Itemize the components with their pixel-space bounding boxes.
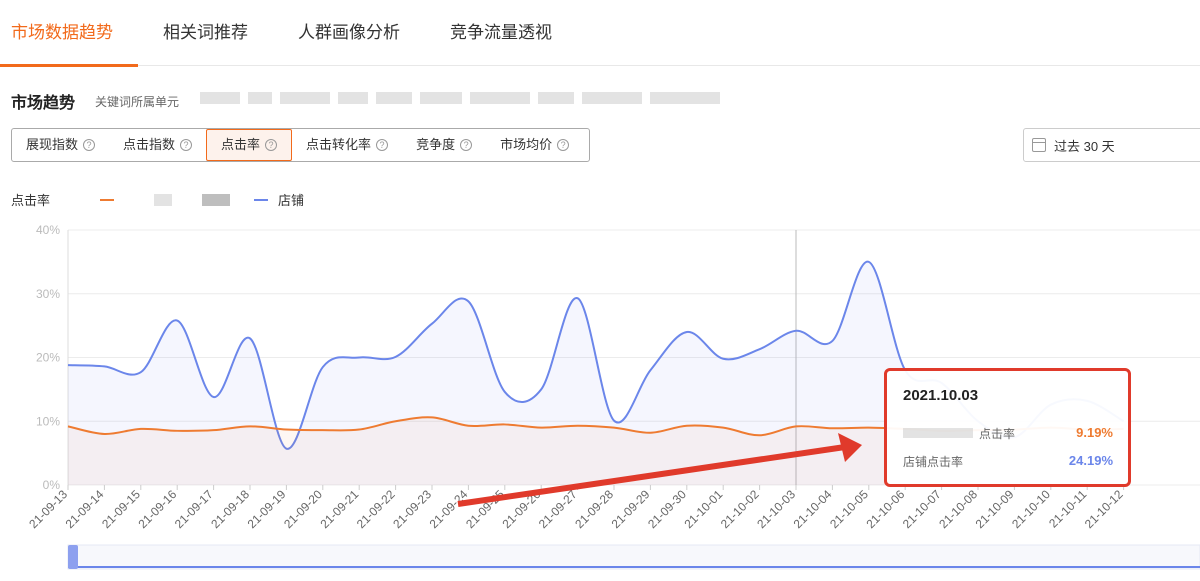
date-range-label: 过去 30 天 (1054, 138, 1115, 154)
x-tick-label: 21-10-04 (791, 487, 835, 531)
x-tick-label: 21-10-07 (900, 487, 944, 531)
help-icon[interactable]: ? (265, 139, 278, 151)
y-tick-label: 10% (36, 414, 60, 428)
tab-bar: 市场数据趋势 相关词推荐 人群画像分析 竞争流量透视 (0, 0, 1200, 67)
x-tick-label: 21-10-12 (1082, 487, 1126, 531)
legend-store-swatch (254, 198, 269, 201)
metric-label: 市场均价 (500, 137, 553, 152)
metric-ctr[interactable]: 点击率? (206, 129, 293, 161)
metric-label: 点击指数 (123, 137, 176, 152)
x-tick-label: 21-10-08 (936, 487, 980, 531)
x-tick-label: 21-09-25 (463, 487, 507, 531)
x-tick-label: 21-09-29 (609, 487, 653, 531)
x-tick-label: 21-09-17 (172, 487, 216, 531)
x-tick-label: 21-09-23 (390, 487, 434, 531)
y-tick-label: 30% (36, 287, 60, 301)
section-subtitle: 关键词所属单元 (95, 95, 180, 109)
x-tick-label: 21-09-19 (245, 487, 289, 531)
date-range-picker[interactable]: 过去 30 天 (1023, 128, 1200, 162)
x-tick-label: 21-09-22 (354, 487, 398, 531)
tab-market-trend[interactable]: 市场数据趋势 (0, 0, 138, 67)
tab-related-keywords[interactable]: 相关词推荐 (138, 0, 273, 66)
x-tick-label: 21-09-28 (572, 487, 616, 531)
x-tick-label: 21-09-21 (317, 487, 361, 531)
help-icon[interactable]: ? (83, 139, 96, 151)
x-tick-label: 21-10-10 (1009, 487, 1053, 531)
metric-competition[interactable]: 竞争度? (402, 129, 486, 161)
x-tick-label: 21-09-15 (99, 487, 143, 531)
help-icon[interactable]: ? (460, 139, 473, 151)
legend-store[interactable]: 店铺 (254, 190, 304, 209)
legend-market[interactable] (100, 193, 231, 206)
x-tick-label: 21-09-13 (26, 487, 70, 531)
legend-store-label: 店铺 (278, 193, 305, 208)
x-tick-label: 21-10-06 (863, 487, 907, 531)
zoom-slider-handle (68, 545, 78, 569)
zoom-slider-track (67, 544, 1200, 570)
legend-market-swatch (100, 198, 115, 201)
x-tick-label: 21-09-20 (281, 487, 325, 531)
metric-impressions[interactable]: 展现指数? (12, 129, 109, 161)
tooltip-date: 2021.10.03 (903, 387, 979, 404)
x-tick-label: 21-10-03 (754, 487, 798, 531)
tooltip-store-value: 24.19% (1068, 453, 1113, 468)
x-tick-label: 21-10-09 (973, 487, 1017, 531)
metric-clicks[interactable]: 点击指数? (109, 129, 206, 161)
help-icon[interactable]: ? (557, 139, 570, 151)
x-tick-label: 21-10-02 (718, 487, 762, 531)
tooltip-row-store: 店铺点击率 24.19% (903, 453, 1113, 470)
x-tick-label: 21-10-05 (827, 487, 871, 531)
x-tick-label: 21-09-30 (645, 487, 689, 531)
x-tick-label: 21-10-11 (1046, 487, 1089, 530)
tooltip-market-label: 点击率 (979, 427, 1016, 441)
metric-label: 点击率 (221, 137, 261, 152)
tab-competition-traffic[interactable]: 竞争流量透视 (425, 0, 577, 66)
help-icon[interactable]: ? (376, 139, 389, 151)
legend-metric-label: 点击率 (11, 193, 51, 208)
section-title: 市场趋势 (11, 95, 76, 112)
help-icon[interactable]: ? (180, 139, 193, 151)
calendar-icon (1032, 138, 1046, 152)
tab-audience-analysis[interactable]: 人群画像分析 (273, 0, 425, 66)
y-tick-label: 20% (36, 351, 60, 365)
x-tick-label: 21-10-01 (681, 487, 725, 531)
metric-label: 竞争度 (416, 137, 456, 152)
tooltip-store-label: 店铺点击率 (903, 455, 964, 469)
y-tick-label: 40% (36, 223, 60, 237)
x-tick-label: 21-09-14 (63, 487, 107, 531)
x-tick-label: 21-09-16 (135, 487, 179, 531)
metric-label: 点击转化率 (306, 137, 372, 152)
metric-selector: 展现指数? 点击指数? 点击率? 点击转化率? 竞争度? 市场均价? (11, 128, 590, 162)
chart-tooltip: 2021.10.03 点击率 9.19% 店铺点击率 24.19% (884, 368, 1131, 487)
tooltip-market-value: 9.19% (1076, 425, 1113, 440)
chart-legend: 点击率 店铺 (11, 190, 328, 209)
x-tick-label: 21-09-24 (427, 487, 471, 531)
tooltip-row-market: 点击率 9.19% (903, 425, 1113, 442)
metric-conversion[interactable]: 点击转化率? (292, 129, 402, 161)
metric-avg-price[interactable]: 市场均价? (486, 129, 583, 161)
x-tick-label: 21-09-18 (208, 487, 252, 531)
redacted-keywords (200, 92, 790, 106)
metric-label: 展现指数 (26, 137, 79, 152)
